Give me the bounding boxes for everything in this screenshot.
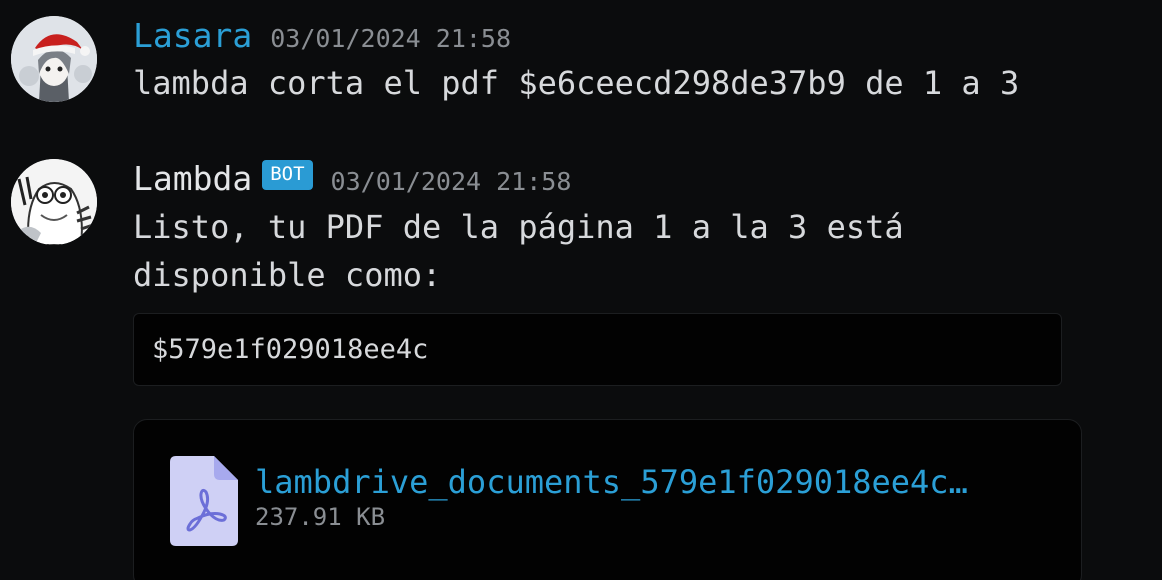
bot-avatar[interactable] xyxy=(11,159,97,245)
user-avatar[interactable] xyxy=(11,16,97,102)
hamster-bot-avatar-icon xyxy=(11,159,97,245)
file-size: 237.91 KB xyxy=(255,503,386,531)
santa-hat-avatar-icon xyxy=(11,16,97,102)
file-attachment[interactable]: lambdrive_documents_579e1f029018ee4c… 23… xyxy=(133,419,1082,580)
bot-badge: BOT xyxy=(262,160,313,190)
message-lasara: Lasara 03/01/2024 21:58 lambda corta el … xyxy=(0,0,1162,110)
message-header: Lambda BOT 03/01/2024 21:58 xyxy=(133,159,571,199)
timestamp: 03/01/2024 21:58 xyxy=(270,24,512,53)
timestamp: 03/01/2024 21:58 xyxy=(330,167,572,196)
username[interactable]: Lasara xyxy=(133,16,252,56)
file-name-link[interactable]: lambdrive_documents_579e1f029018ee4c… xyxy=(255,458,968,506)
code-text: $579e1f029018ee4c xyxy=(152,334,429,365)
code-block[interactable]: $579e1f029018ee4c xyxy=(133,313,1062,386)
chat-log: Lasara 03/01/2024 21:58 lambda corta el … xyxy=(0,0,1162,580)
pdf-file-icon xyxy=(170,456,238,546)
message-text: Listo, tu PDF de la página 1 a la 3 está… xyxy=(133,208,904,294)
message-text: lambda corta el pdf $e6ceecd298de37b9 de… xyxy=(133,64,1020,102)
message-header: Lasara 03/01/2024 21:58 xyxy=(133,16,511,56)
username[interactable]: Lambda xyxy=(133,159,252,199)
